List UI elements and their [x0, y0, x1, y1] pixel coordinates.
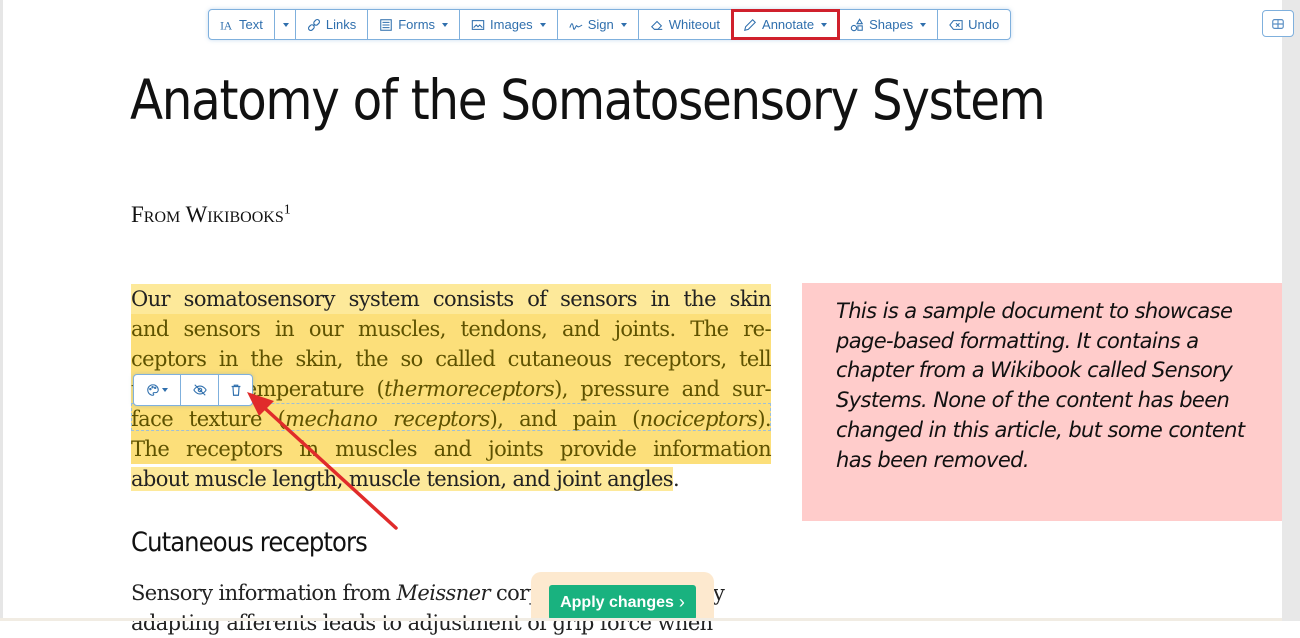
annotation-toolbar: [133, 374, 253, 406]
line-text: Our somatosensory system consists of sen…: [131, 287, 772, 311]
line-text: .: [672, 467, 680, 491]
line-text: about muscle length, muscle tension, and…: [131, 467, 674, 491]
line-text: ), pressure and sur-: [554, 377, 771, 401]
link-icon: [307, 18, 321, 32]
footnote-marker[interactable]: 1: [284, 202, 291, 217]
note-text: This is a sample document to showcase pa…: [836, 299, 1245, 472]
document-title: Anatomy of the Somatosensory System: [130, 68, 1046, 132]
form-icon: [379, 18, 393, 32]
svg-text:IA: IA: [220, 20, 232, 32]
paragraph-line: Our somatosensory system consists of sen…: [131, 284, 772, 314]
image-icon: [471, 18, 485, 32]
pencil-icon: [743, 18, 757, 32]
caret-down-icon: [821, 22, 828, 27]
images-button[interactable]: Images: [460, 10, 558, 39]
eraser-icon: [650, 18, 664, 32]
sample-note-box: This is a sample document to showcase pa…: [802, 283, 1282, 521]
paragraph-line: The receptors in muscles and joints prov…: [131, 434, 772, 464]
document-subtitle: From Wikibooks1: [131, 202, 291, 228]
whiteout-button-label: Whiteout: [668, 17, 721, 32]
text-button[interactable]: IA Text: [209, 10, 275, 39]
text-button-label: Text: [239, 17, 263, 32]
delete-annotation-button[interactable]: [219, 375, 252, 405]
line-text: and sensors in our muscles, tendons, and…: [131, 317, 772, 341]
images-button-label: Images: [490, 17, 533, 32]
caret-down-icon: [920, 22, 927, 27]
eye-slash-icon: [192, 383, 207, 397]
line-text: Sensory information from: [131, 581, 397, 605]
caret-down-icon: [442, 22, 449, 27]
apply-changes-button[interactable]: Apply changes ›: [549, 585, 696, 620]
line-text: ceptors in the skin, the so called cutan…: [131, 347, 772, 371]
line-text-italic: nociceptors: [639, 407, 758, 431]
color-picker-button[interactable]: [134, 375, 181, 405]
scrollbar[interactable]: [1282, 0, 1300, 621]
sign-button-label: Sign: [587, 17, 614, 32]
paragraph-line: ceptors in the skin, the so called cutan…: [131, 344, 772, 374]
paragraph-line: about muscle length, muscle tension, and…: [131, 464, 771, 494]
editor-toolbar: IA Text Links Forms Images Sign Whiteout…: [208, 9, 1012, 40]
whiteout-button[interactable]: Whiteout: [639, 10, 733, 39]
signature-icon: [569, 18, 583, 32]
line-text: ).: [757, 407, 772, 431]
shapes-button-label: Shapes: [869, 17, 914, 32]
forms-button-label: Forms: [398, 17, 436, 32]
line-text: face texture (: [131, 407, 286, 431]
grid-icon: [1271, 17, 1285, 31]
caret-down-icon: [162, 388, 168, 392]
line-text-italic: mechano receptors: [285, 407, 490, 431]
links-button-label: Links: [325, 17, 357, 32]
line-text: The receptors in muscles and joints prov…: [131, 437, 772, 461]
annotate-button[interactable]: Annotate: [731, 9, 841, 40]
chevron-right-icon: ›: [678, 592, 685, 612]
caret-down-icon: [539, 22, 546, 27]
forms-button[interactable]: Forms: [368, 10, 461, 39]
text-dropdown-button[interactable]: [275, 10, 296, 39]
annotate-button-label: Annotate: [762, 17, 815, 32]
line-text-italic: Meissner: [396, 581, 491, 605]
text-format-icon: IA: [220, 18, 234, 32]
caret-down-icon: [620, 22, 627, 27]
caret-down-icon: [282, 22, 289, 27]
apply-changes-label: Apply changes: [560, 593, 674, 611]
undo-icon: [949, 18, 963, 32]
undo-button[interactable]: Undo: [938, 10, 1010, 39]
line-text-italic: thermoreceptors: [384, 377, 555, 401]
undo-button-label: Undo: [968, 17, 1000, 32]
shapes-icon: [850, 17, 864, 32]
paragraph-line: and sensors in our muscles, tendons, and…: [131, 314, 772, 344]
links-button[interactable]: Links: [296, 10, 369, 39]
palette-icon: [146, 383, 160, 397]
trash-icon: [229, 383, 243, 397]
shapes-button[interactable]: Shapes: [839, 10, 939, 39]
section-heading: Cutaneous receptors: [131, 527, 368, 558]
hide-annotation-button[interactable]: [181, 375, 219, 405]
paragraph-line: face texture (mechano receptors), and pa…: [131, 404, 772, 434]
sidebar-toggle-button[interactable]: [1262, 10, 1294, 37]
sign-button[interactable]: Sign: [558, 10, 639, 39]
subtitle-text: From Wikibooks: [131, 202, 284, 227]
line-text: ), and pain (: [489, 407, 641, 431]
